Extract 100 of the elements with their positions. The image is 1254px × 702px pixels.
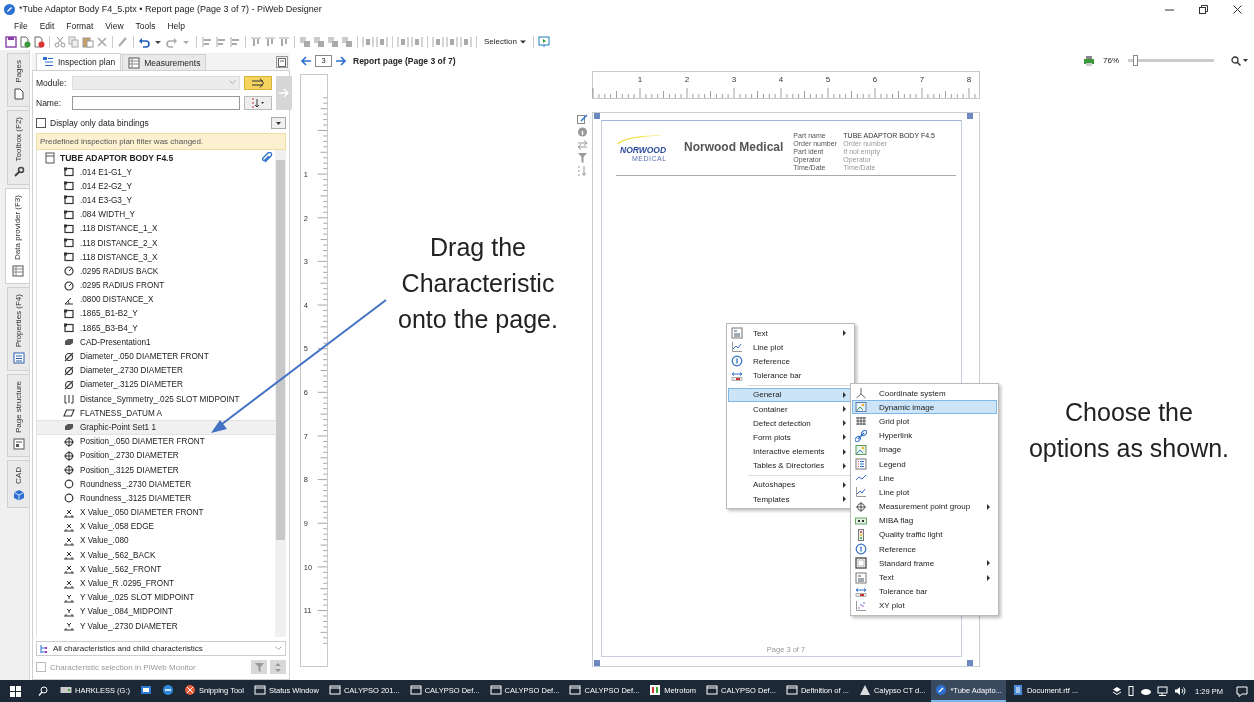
align-icon[interactable]	[278, 35, 290, 48]
tree-item[interactable]: Roundness_.2730 DIAMETER	[37, 477, 275, 492]
options-button[interactable]	[271, 117, 286, 129]
side-tab[interactable]: Properties (F4)	[7, 287, 29, 372]
tree-item[interactable]: Distance_Symmetry_.025 SLOT MIDPOINT	[37, 392, 275, 407]
tree-item[interactable]: Y Value_.2730 DIAMETER	[37, 619, 275, 634]
tree-item[interactable]: Position_.050 DIAMETER FRONT	[37, 434, 275, 449]
menu-item[interactable]: Legend	[852, 456, 997, 472]
name-field[interactable]	[72, 95, 240, 110]
copy-icon[interactable]	[68, 35, 80, 48]
tree-item[interactable]: Y Value_.025 SLOT MIDPOINT	[37, 590, 275, 605]
page-cross-icon[interactable]	[33, 35, 45, 48]
align-icon[interactable]	[215, 35, 227, 48]
menu-item[interactable]: Tools	[129, 20, 162, 31]
menu-item[interactable]: Help	[161, 20, 191, 31]
arrange-icon[interactable]	[299, 35, 311, 48]
menu-item[interactable]: Coordinate system	[852, 386, 997, 401]
tree-item[interactable]: Roundness_.3125 DIAMETER	[37, 491, 275, 506]
tree-item[interactable]: X Value_.080	[37, 533, 275, 549]
align-icon[interactable]	[264, 35, 276, 48]
arrow-right-icon[interactable]	[335, 55, 347, 66]
menu-item[interactable]: Image	[852, 442, 997, 457]
tree-item[interactable]: X Value_R .0295_FRONT	[37, 576, 275, 591]
tree-item[interactable]: .118 DISTANCE_1_X	[37, 221, 275, 236]
scrollbar-thumb[interactable]	[276, 160, 285, 540]
clipboard-icon[interactable]	[82, 35, 94, 48]
align-icon[interactable]	[250, 35, 262, 48]
tab[interactable]: Inspection plan	[36, 53, 122, 70]
sort-button[interactable]	[244, 95, 272, 110]
sort-button[interactable]	[270, 660, 286, 674]
menu-item[interactable]: View	[99, 20, 130, 31]
network-icon[interactable]	[1157, 686, 1170, 696]
tree-item[interactable]: .1865_B3-B4_Y	[37, 321, 275, 336]
tree-item[interactable]: FLATNESS_DATUM A	[37, 406, 275, 421]
tree-item[interactable]: Position_.2730 DIAMETER	[37, 448, 275, 463]
arrange-icon[interactable]	[327, 35, 339, 48]
tree-item[interactable]: .014 E3-G3_Y	[37, 193, 275, 208]
volume-icon[interactable]	[1174, 686, 1187, 696]
cross-icon[interactable]	[96, 35, 108, 48]
menu-item[interactable]: Text	[728, 326, 853, 341]
menu-item[interactable]: Reference	[728, 354, 853, 369]
layout-button[interactable]	[276, 56, 288, 68]
tree-item[interactable]: .118 DISTANCE_3_X	[37, 250, 275, 265]
menu-item[interactable]: Format	[60, 20, 100, 31]
resize-handle[interactable]	[594, 660, 600, 666]
menu-item[interactable]: Tolerance bar	[852, 584, 997, 599]
distribute-icon[interactable]	[376, 35, 388, 48]
tree-item[interactable]: .014 E1-G1_Y	[37, 165, 275, 180]
menu-item[interactable]: Standard frame	[852, 556, 997, 571]
printer-icon[interactable]	[1083, 55, 1095, 66]
scissors-icon[interactable]	[54, 35, 66, 48]
distribute-icon[interactable]	[460, 35, 472, 48]
side-tab[interactable]: Data provider (F3)	[5, 188, 29, 285]
tree-item[interactable]: .014 E2-G2_Y	[37, 179, 275, 194]
side-tab[interactable]: Pages	[7, 53, 29, 107]
tree-item[interactable]: .0295 RADIUS BACK	[37, 264, 275, 279]
menu-item[interactable]: General	[728, 387, 853, 402]
menu-item[interactable]: File	[8, 20, 34, 31]
arrange-icon[interactable]	[313, 35, 325, 48]
distribute-icon[interactable]	[432, 35, 444, 48]
transfer-icon[interactable]	[577, 140, 588, 150]
menu-item[interactable]: XY plot	[852, 598, 997, 613]
tree-item[interactable]: X Value_.050 DIAMETER FRONT	[37, 505, 275, 520]
side-tab[interactable]: Page structure	[7, 374, 29, 458]
tree-item[interactable]: Graphic-Point Set1 1	[37, 420, 275, 435]
menu-item[interactable]: Edit	[33, 20, 61, 31]
page-plus-icon[interactable]	[19, 35, 31, 48]
menu-item[interactable]: Grid plot	[852, 414, 997, 429]
menu-item[interactable]: Tolerance bar	[728, 368, 853, 383]
filter-icon[interactable]	[577, 153, 588, 163]
tab[interactable]: Measurements	[122, 54, 207, 70]
menu-item[interactable]: Autoshapes	[728, 477, 853, 493]
align-icon[interactable]	[229, 35, 241, 48]
tree-item[interactable]: X Value_.562_FRONT	[37, 562, 275, 577]
notification-icon[interactable]	[1236, 685, 1248, 697]
tree-item[interactable]: CAD-Presentation1	[37, 335, 275, 350]
filter-dropdown[interactable]: All characteristics and child characteristics	[36, 641, 286, 656]
menu-item[interactable]: Quality traffic light	[852, 527, 997, 543]
side-tab[interactable]: CAD	[7, 460, 29, 509]
menu-item[interactable]: Line	[852, 471, 997, 486]
side-tab[interactable]: Toolbox (F2)	[7, 109, 29, 186]
slider-thumb[interactable]	[1132, 55, 1138, 66]
menu-item[interactable]: Hyperlink	[852, 428, 997, 443]
distribute-icon[interactable]	[362, 35, 374, 48]
align-icon[interactable]	[201, 35, 213, 48]
menu-item[interactable]: Line plot	[852, 485, 997, 500]
filter-button[interactable]	[251, 660, 267, 674]
tree-item[interactable]: .084 WIDTH_Y	[37, 207, 275, 222]
tree-item[interactable]: Y Value_.084_MIDPOINT	[37, 604, 275, 619]
sort-icon[interactable]	[577, 166, 588, 176]
distribute-icon[interactable]	[397, 35, 409, 48]
arrow-left-icon[interactable]	[300, 55, 312, 66]
menu-item[interactable]: Tables & Directories	[728, 458, 853, 473]
tree-item[interactable]: X Value_.562_BACK	[37, 548, 275, 563]
tree-item[interactable]: .0295 RADIUS FRONT	[37, 278, 275, 293]
brush-icon[interactable]	[117, 35, 129, 48]
menu-item[interactable]: MIBA flag	[852, 513, 997, 528]
selection-dropdown[interactable]: Selection	[481, 37, 529, 46]
resize-handle[interactable]	[594, 113, 600, 119]
floppy-icon[interactable]	[5, 35, 17, 48]
